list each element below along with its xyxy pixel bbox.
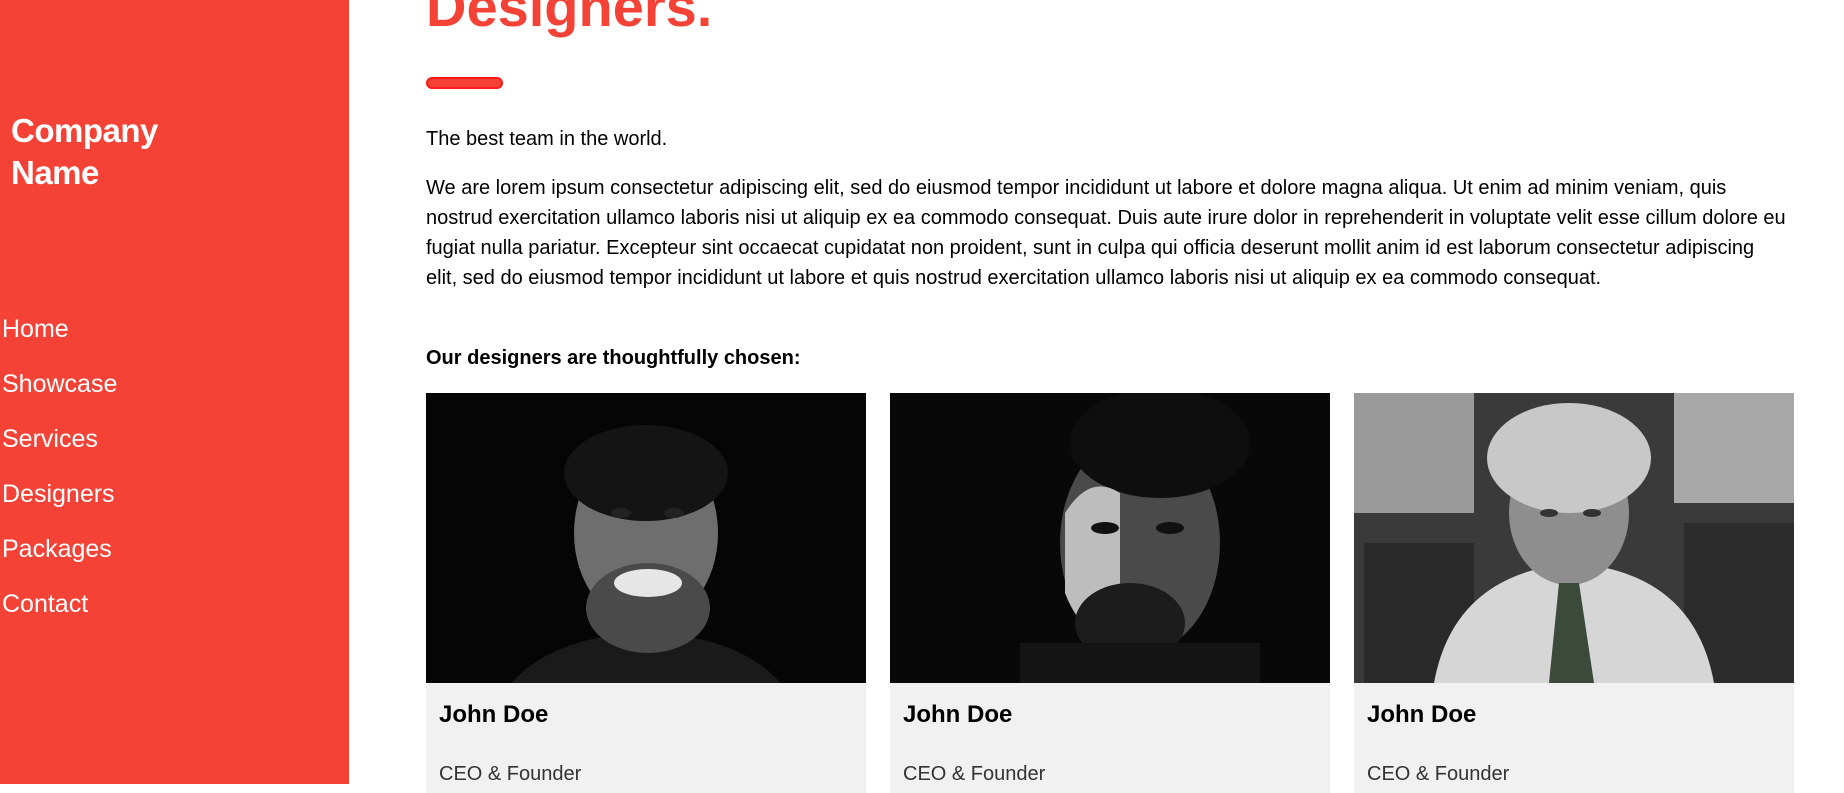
designer-card[interactable]: John Doe CEO & Founder: [426, 393, 866, 793]
tagline: The best team in the world.: [426, 128, 668, 150]
title-underline: [426, 77, 503, 89]
designer-photo: [890, 393, 1330, 683]
designer-name: John Doe: [1367, 701, 1477, 728]
page-title: Designers.: [426, 0, 713, 38]
designer-card[interactable]: John Doe CEO & Founder: [890, 393, 1330, 793]
company-name-line1: Company: [11, 112, 158, 149]
designer-name: John Doe: [439, 701, 549, 728]
company-name-line2: Name: [11, 154, 99, 191]
designer-cards: John Doe CEO & Founder John Doe CEO & Fo…: [426, 393, 1794, 793]
designers-subheading: Our designers are thoughtfully chosen:: [426, 347, 801, 369]
description: We are lorem ipsum consectetur adipiscin…: [426, 177, 1786, 289]
nav-item-services[interactable]: Services: [2, 412, 117, 467]
nav-item-packages[interactable]: Packages: [2, 522, 117, 577]
nav-item-showcase[interactable]: Showcase: [2, 357, 117, 412]
sidebar-nav: Home Showcase Services Designers Package…: [2, 302, 117, 632]
designer-role: CEO & Founder: [439, 763, 582, 785]
nav-item-designers[interactable]: Designers: [2, 467, 117, 522]
sidebar: Company Name Home Showcase Services Desi…: [0, 0, 349, 784]
designer-role: CEO & Founder: [903, 763, 1046, 785]
designer-photo: [426, 393, 866, 683]
nav-item-home[interactable]: Home: [2, 302, 117, 357]
nav-item-contact[interactable]: Contact: [2, 577, 117, 632]
designer-role: CEO & Founder: [1367, 763, 1510, 785]
designer-card[interactable]: John Doe CEO & Founder: [1354, 393, 1794, 793]
designer-photo: [1354, 393, 1794, 683]
company-name[interactable]: Company Name: [11, 110, 211, 194]
designer-name: John Doe: [903, 701, 1013, 728]
